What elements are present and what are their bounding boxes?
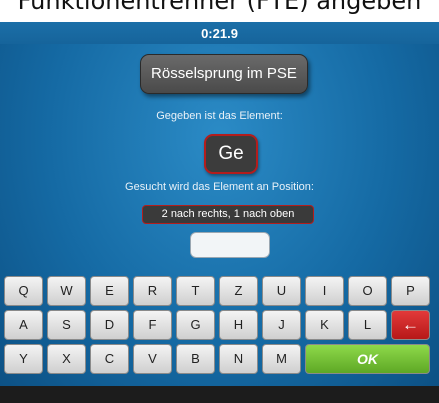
key-p[interactable]: P (391, 276, 430, 306)
key-x[interactable]: X (47, 344, 86, 374)
given-prompt: Gegeben ist das Element: (156, 110, 283, 122)
key-s[interactable]: S (47, 310, 86, 340)
key-y[interactable]: Y (4, 344, 43, 374)
quiz-title: Rösselsprung im PSE (140, 54, 308, 94)
key-c[interactable]: C (90, 344, 129, 374)
key-h[interactable]: H (219, 310, 258, 340)
key-f[interactable]: F (133, 310, 172, 340)
page-header-text: Funktionentrenner (FTE) angeben (17, 0, 422, 15)
key-r[interactable]: R (133, 276, 172, 306)
ok-button[interactable]: OK (305, 344, 430, 374)
bottom-bar (0, 386, 439, 403)
key-q[interactable]: Q (4, 276, 43, 306)
key-b[interactable]: B (176, 344, 215, 374)
backspace-key[interactable]: ← (391, 310, 430, 340)
key-w[interactable]: W (47, 276, 86, 306)
key-z[interactable]: Z (219, 276, 258, 306)
top-bar: 0:21.9 (0, 22, 439, 44)
key-n[interactable]: N (219, 344, 258, 374)
on-screen-keyboard: Q W E R T Z U I O P A S D F G H J K L Y X C V B N M ← OK (0, 276, 439, 386)
page-header: Funktionentrenner (FTE) angeben (0, 0, 439, 22)
key-v[interactable]: V (133, 344, 172, 374)
key-l[interactable]: L (348, 310, 387, 340)
key-m[interactable]: M (262, 344, 301, 374)
key-t[interactable]: T (176, 276, 215, 306)
key-g[interactable]: G (176, 310, 215, 340)
key-o[interactable]: O (348, 276, 387, 306)
key-e[interactable]: E (90, 276, 129, 306)
key-i[interactable]: I (305, 276, 344, 306)
key-u[interactable]: U (262, 276, 301, 306)
timer: 0:21.9 (201, 26, 238, 41)
key-k[interactable]: K (305, 310, 344, 340)
target-position: 2 nach rechts, 1 nach oben (142, 205, 314, 224)
answer-input[interactable] (190, 232, 270, 258)
given-element: Ge (204, 134, 258, 174)
key-d[interactable]: D (90, 310, 129, 340)
key-a[interactable]: A (4, 310, 43, 340)
quiz-app: 0:21.9 Rösselsprung im PSE Gegeben ist d… (0, 22, 439, 403)
key-j[interactable]: J (262, 310, 301, 340)
search-prompt: Gesucht wird das Element an Position: (125, 181, 314, 193)
